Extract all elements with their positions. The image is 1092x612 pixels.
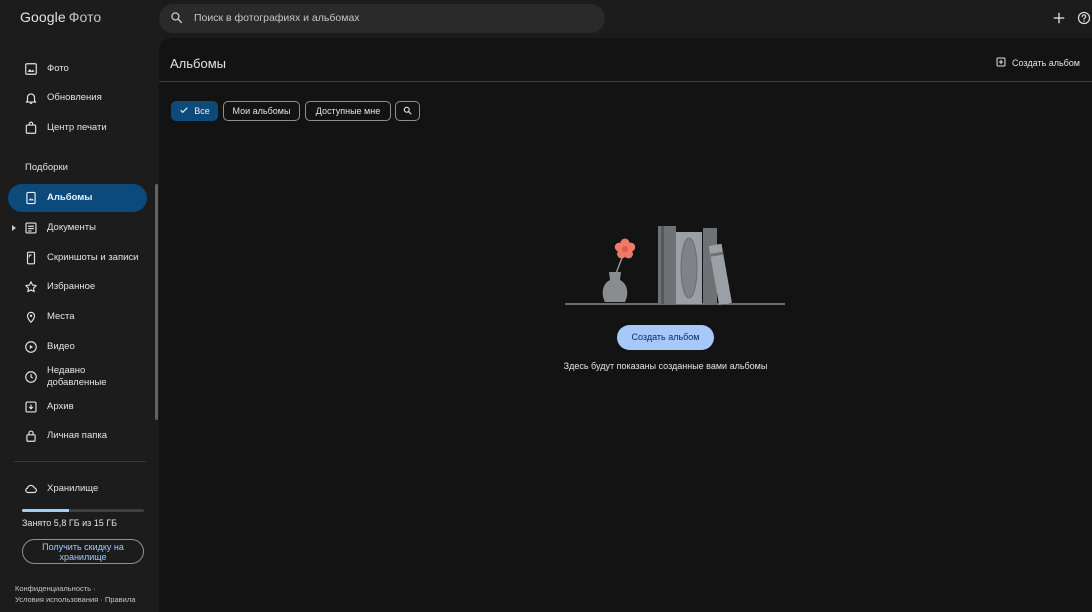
filter-chip-shared-with-me[interactable]: Доступные мне — [305, 101, 391, 121]
logo-product-text: Фото — [68, 9, 102, 25]
sidebar-item-archive[interactable]: Архив — [8, 393, 147, 421]
album-icon — [24, 191, 38, 205]
header-divider — [159, 81, 1092, 82]
storage-progress-fill — [22, 509, 70, 512]
sidebar-item-videos[interactable]: Видео — [8, 333, 147, 361]
filter-chip-label: Мои альбомы — [232, 106, 291, 116]
sidebar-item-label: Недавно добавленные — [47, 365, 107, 388]
filter-chip-my-albums[interactable]: Мои альбомы — [223, 101, 300, 121]
sidebar-item-label: Места — [47, 311, 75, 322]
help-circle-icon[interactable] — [1077, 11, 1091, 30]
sidebar-item-label: Обновления — [47, 92, 102, 103]
terms-link[interactable]: Условия использования — [15, 595, 98, 604]
filter-chip-all[interactable]: Все — [171, 101, 218, 121]
create-album-button[interactable]: Создать альбом — [617, 325, 714, 350]
add-box-icon — [996, 57, 1006, 69]
sidebar-item-label: Документы — [47, 222, 96, 233]
storage-progress-bar — [22, 509, 144, 512]
logo-google-text: Google — [20, 9, 66, 25]
play-circle-icon — [24, 340, 38, 354]
sidebar-item-label: Фото — [47, 63, 69, 74]
sidebar-item-documents[interactable]: Документы — [8, 214, 147, 242]
sidebar-item-print-center[interactable]: Центр печати — [8, 114, 147, 142]
phone-screenshot-icon — [24, 251, 38, 265]
archive-icon — [24, 400, 38, 414]
filter-chip-label: Все — [194, 106, 210, 116]
document-icon — [24, 221, 38, 235]
storage-promo-button[interactable]: Получить скидку на хранилище — [22, 539, 144, 564]
plus-icon[interactable] — [1052, 11, 1066, 30]
rules-link[interactable]: Правила — [105, 595, 135, 604]
footer-links: Конфиденциальность · Условия использован… — [15, 584, 135, 605]
search-icon — [403, 106, 412, 117]
privacy-link[interactable]: Конфиденциальность — [15, 584, 91, 593]
sidebar-item-label: Видео — [47, 341, 75, 352]
footer-separator: · — [100, 594, 103, 604]
search-input[interactable]: Поиск в фотографиях и альбомах — [194, 12, 360, 24]
sidebar-item-locked-folder[interactable]: Личная папка — [8, 422, 147, 450]
sidebar-item-label: Скриншоты и записи — [47, 252, 139, 263]
sidebar-item-photos[interactable]: Фото — [8, 55, 147, 83]
create-album-top-label: Создать альбом — [1012, 58, 1080, 68]
lock-folder-icon — [24, 429, 38, 443]
sidebar-scrollbar[interactable] — [155, 184, 158, 420]
sidebar-item-label: Избранное — [47, 281, 96, 292]
sidebar-item-label: Архив — [47, 401, 74, 412]
sidebar-item-label: Хранилище — [47, 483, 99, 494]
top-bar: Google Фото Поиск в фотографиях и альбома… — [0, 0, 1092, 38]
section-label-collections: Подборки — [25, 162, 68, 173]
sidebar-item-places[interactable]: Места — [8, 303, 147, 331]
sidebar-item-label: Личная папка — [47, 430, 108, 441]
sidebar-item-screenshots[interactable]: Скриншоты и записи — [8, 244, 147, 272]
sidebar-item-favorites[interactable]: Избранное — [8, 273, 147, 301]
clock-icon — [24, 370, 38, 384]
sidebar-item-recently-added[interactable]: Недавно добавленные — [8, 362, 147, 392]
cloud-icon — [24, 482, 38, 496]
star-icon — [24, 280, 38, 294]
bell-icon — [24, 91, 38, 105]
search-bar[interactable]: Поиск в фотографиях и альбомах — [159, 4, 605, 33]
photo-icon — [24, 62, 38, 76]
sidebar: Фото Обновления Центр печати Подборки Ал… — [0, 38, 159, 612]
sidebar-item-label: Альбомы — [47, 192, 93, 203]
app-logo[interactable]: Google Фото — [20, 9, 101, 25]
search-icon[interactable] — [170, 11, 183, 29]
create-album-top-button[interactable]: Создать альбом — [996, 57, 1080, 69]
main-panel: Альбомы Создать альбом Все Мои альбомы Д… — [159, 38, 1092, 612]
sidebar-item-storage[interactable]: Хранилище — [8, 475, 147, 503]
check-icon — [179, 105, 189, 117]
empty-albums-illustration — [565, 226, 785, 306]
sidebar-item-albums[interactable]: Альбомы — [8, 184, 147, 212]
sidebar-item-label: Центр печати — [47, 122, 107, 133]
print-bag-icon — [24, 121, 38, 135]
footer-separator: · — [93, 584, 96, 593]
empty-state-message: Здесь будут показаны созданные вами альб… — [563, 361, 768, 371]
storage-usage-text: Занято 5,8 ГБ из 15 ГБ — [22, 518, 118, 528]
filter-search-button[interactable] — [395, 101, 420, 121]
page-title: Альбомы — [170, 56, 226, 71]
sidebar-item-updates[interactable]: Обновления — [8, 84, 147, 112]
filter-chip-label: Доступные мне — [315, 106, 381, 116]
location-pin-icon — [24, 310, 38, 324]
sidebar-divider — [14, 461, 146, 462]
